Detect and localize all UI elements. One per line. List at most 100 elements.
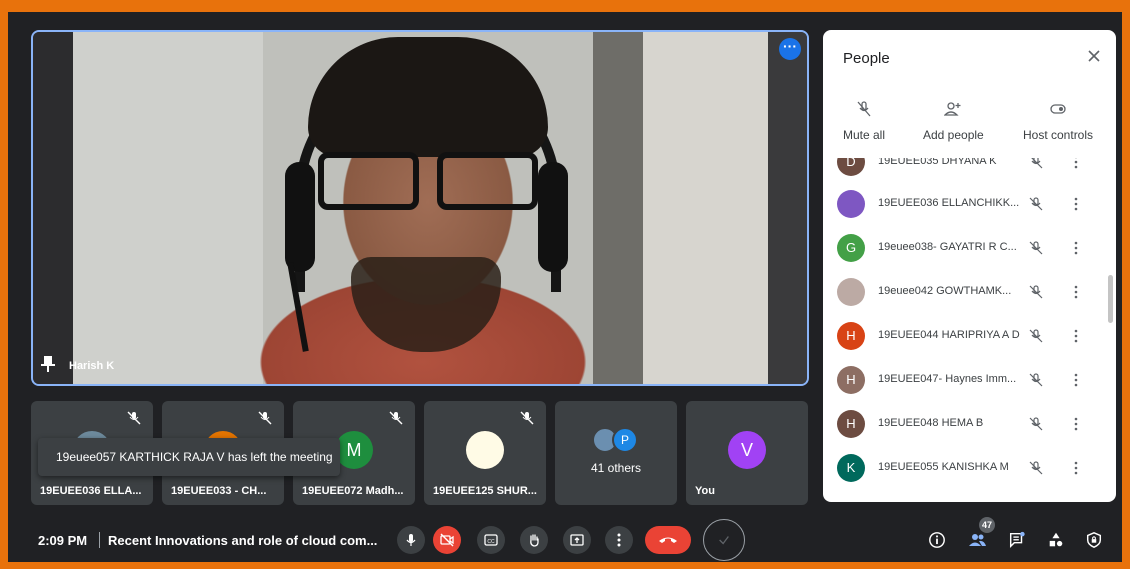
avatar (837, 190, 865, 218)
mic-icon (406, 534, 416, 546)
mute-all-icon (857, 101, 871, 117)
more-vert-icon[interactable] (1068, 416, 1084, 432)
participant-name: 19EUEE072 Madh... (302, 485, 404, 497)
more-vert-icon[interactable] (1068, 284, 1084, 300)
more-vert-icon[interactable] (1068, 328, 1084, 344)
more-vert-icon[interactable] (1068, 460, 1084, 476)
mic-button[interactable] (397, 526, 425, 554)
mic-off-icon[interactable] (1028, 284, 1044, 300)
avatar: H (837, 322, 865, 350)
mic-off-icon[interactable] (1028, 372, 1044, 388)
mic-off-icon[interactable] (1028, 416, 1044, 432)
avatar (837, 278, 865, 306)
activities-icon (1049, 532, 1063, 547)
speaker-name: Harish K (69, 360, 115, 372)
more-vert-icon[interactable] (1068, 158, 1084, 170)
captions-button[interactable]: CC (477, 526, 505, 554)
meet-window: ··· Harish K 19EUEE036 ELLA... 19EUEE033… (8, 12, 1122, 562)
tile-options-button[interactable]: ··· (779, 38, 801, 60)
list-item[interactable]: H 19EUEE047- Haynes Imm... (823, 362, 1116, 398)
present-button[interactable] (563, 526, 591, 554)
more-vert-icon[interactable] (1068, 196, 1084, 212)
action-label: Add people (923, 128, 984, 142)
hand-icon (530, 534, 539, 547)
participant-name: 19euee038- GAYATRI R C... (878, 241, 1017, 253)
avatar: P (612, 427, 638, 453)
avatar: G (837, 234, 865, 262)
raise-hand-button[interactable] (520, 526, 548, 554)
shield-lock-icon (1086, 532, 1102, 548)
list-item[interactable]: 19EUEE036 ELLANCHIKK... (823, 186, 1116, 222)
chat-button[interactable] (1006, 529, 1028, 551)
speaker-video (33, 32, 807, 384)
mic-off-icon (389, 411, 403, 425)
list-item[interactable]: H 19EUEE048 HEMA B (823, 406, 1116, 442)
close-icon[interactable] (1084, 46, 1104, 66)
mute-all-button[interactable]: Mute all (843, 100, 885, 144)
panel-actions: Mute all Add people Host controls (823, 100, 1116, 150)
notification-toast: 19euee057 KARTHICK RAJA V has left the m… (38, 438, 340, 476)
self-tile[interactable]: V You (686, 401, 808, 505)
pin-icon[interactable] (41, 356, 55, 372)
chat-icon (1009, 531, 1025, 549)
participant-name: 19EUEE035 DHYANA K (878, 158, 997, 167)
host-controls-button[interactable] (1083, 529, 1105, 551)
bottom-bar: 2:09 PM Recent Innovations and role of c… (8, 517, 1122, 562)
avatar: H (837, 410, 865, 438)
add-people-button[interactable]: Add people (923, 100, 984, 144)
mic-off-icon[interactable] (1028, 158, 1044, 170)
list-item[interactable]: H 19EUEE044 HARIPRIYA A D (823, 318, 1116, 354)
avatar: H (837, 366, 865, 394)
present-screen-icon (570, 534, 584, 546)
participant-name: 19EUEE048 HEMA B (878, 417, 984, 429)
participant-name: 19EUEE036 ELLANCHIKK... (878, 197, 1020, 209)
add-person-icon (944, 102, 961, 116)
participant-name: 19EUEE044 HARIPRIYA A D (878, 329, 1020, 341)
clock: 2:09 PM (38, 533, 88, 548)
participant-name: 19EUEE125 SHUR... (433, 485, 537, 497)
participant-list: D 19EUEE035 DHYANA K 19EUEE036 ELLANCHIK… (823, 158, 1116, 502)
meeting-details-button[interactable] (926, 529, 948, 551)
list-item[interactable]: G 19euee038- GAYATRI R C... (823, 230, 1116, 266)
info-icon (929, 532, 945, 548)
mic-off-icon (258, 411, 272, 425)
more-vert-icon[interactable] (1068, 240, 1084, 256)
people-panel: People Mute all Add people Host controls… (823, 30, 1116, 502)
list-item[interactable]: 19euee042 GOWTHAMK... (823, 274, 1116, 310)
meeting-title[interactable]: Recent Innovations and role of cloud com… (108, 533, 377, 548)
captions-icon: CC (484, 534, 498, 546)
mic-off-icon[interactable] (1028, 196, 1044, 212)
avatar: V (728, 430, 766, 469)
people-icon (969, 534, 986, 546)
leave-call-button[interactable] (645, 526, 691, 554)
list-item[interactable]: K 19EUEE055 KANISHKA M (823, 450, 1116, 486)
call-end-icon (659, 537, 677, 543)
avatar: D (837, 158, 865, 176)
mic-off-icon (520, 411, 534, 425)
check-button[interactable] (703, 519, 745, 561)
participant-name: 19EUEE055 KANISHKA M (878, 461, 1009, 473)
action-label: Mute all (843, 128, 886, 142)
more-vert-icon[interactable] (1068, 372, 1084, 388)
list-item[interactable]: D 19EUEE035 DHYANA K (823, 158, 1116, 180)
avatar-stack: P (592, 427, 642, 455)
main-speaker-tile[interactable]: ··· Harish K (31, 30, 809, 386)
toggle-icon (1050, 104, 1066, 114)
participant-name: 19EUEE047- Haynes Imm... (878, 373, 1017, 385)
participant-tile[interactable]: 19EUEE125 SHUR... (424, 401, 546, 505)
camera-off-button[interactable] (433, 526, 461, 554)
more-options-button[interactable] (605, 526, 633, 554)
others-tile[interactable]: P 41 others (555, 401, 677, 505)
mic-off-icon[interactable] (1028, 460, 1044, 476)
avatar: M (335, 430, 373, 469)
participant-name: 19EUEE036 ELLA... (40, 485, 142, 497)
mic-off-icon[interactable] (1028, 240, 1044, 256)
others-count: 41 others (590, 461, 642, 475)
avatar: K (837, 454, 865, 482)
mic-off-icon[interactable] (1028, 328, 1044, 344)
host-controls-action[interactable]: Host controls (1023, 100, 1093, 144)
action-label: Host controls (1023, 128, 1094, 142)
check-icon (719, 536, 729, 545)
scrollbar[interactable] (1108, 275, 1113, 323)
activities-button[interactable] (1045, 529, 1067, 551)
